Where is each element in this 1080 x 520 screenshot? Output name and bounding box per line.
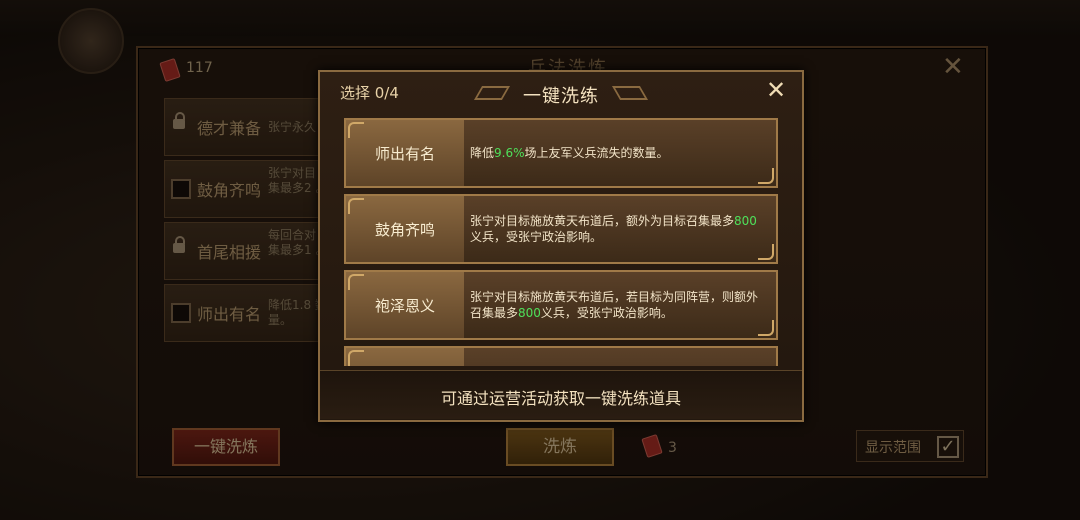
one-click-refine-dialog: 选择 0/4 一键洗练 ✕ 师出有名 降低9.6%场上友军义兵流失的数量。 鼓角… (318, 70, 804, 422)
footer-hint: 可通过运营活动获取一键洗练道具 (440, 389, 681, 408)
tactic-name: 鼓角齐鸣 (374, 221, 435, 239)
corner-ornament-icon (758, 320, 774, 336)
tactic-option[interactable]: 袍泽恩义 张宁对目标施放黄天布道后，若目标为同阵营，则额外召集最多800义兵，受… (344, 270, 778, 340)
tactic-description: 降低9.6%场上友军义兵流失的数量。 (470, 146, 669, 160)
tactic-name-box: 师出有名 (346, 120, 464, 186)
close-icon[interactable]: ✕ (766, 78, 786, 102)
corner-ornament-icon (348, 274, 364, 290)
dialog-title: 一键洗练 (523, 86, 599, 107)
tactic-description: 张宁对目标施放黄天布道后，额外为目标召集最多800义兵，受张宁政治影响。 (470, 214, 757, 244)
tactic-name-box: 鼓角齐鸣 (346, 196, 464, 262)
tactic-option-list[interactable]: 师出有名 降低9.6%场上友军义兵流失的数量。 鼓角齐鸣 张宁对目标施放黄天布道… (342, 116, 778, 366)
selection-count: 选择 0/4 (340, 84, 399, 102)
tactic-name: 袍泽恩义 (374, 297, 435, 315)
highlight-value: 800 (734, 214, 757, 228)
corner-ornament-icon (348, 198, 364, 214)
corner-ornament-icon (348, 122, 364, 138)
tactic-name: 师出有名 (374, 145, 435, 163)
corner-ornament-icon (348, 350, 364, 366)
dialog-footer: 可通过运营活动获取一键洗练道具 (320, 370, 802, 419)
tactic-name-box (346, 348, 464, 366)
tactic-name-box: 袍泽恩义 (346, 272, 464, 338)
tactic-option[interactable]: 师出有名 降低9.6%场上友军义兵流失的数量。 (344, 118, 778, 188)
highlight-value: 800 (518, 306, 541, 320)
corner-ornament-icon (758, 244, 774, 260)
dialog-title-frame: 一键洗练 (484, 78, 638, 107)
tactic-option[interactable]: 鼓角齐鸣 张宁对目标施放黄天布道后，额外为目标召集最多800义兵，受张宁政治影响… (344, 194, 778, 264)
corner-ornament-icon (758, 168, 774, 184)
tactic-option[interactable] (344, 346, 778, 366)
highlight-value: 9.6% (494, 146, 525, 160)
tactic-description: 张宁对目标施放黄天布道后，若目标为同阵营，则额外召集最多800义兵，受张宁政治影… (470, 290, 759, 320)
